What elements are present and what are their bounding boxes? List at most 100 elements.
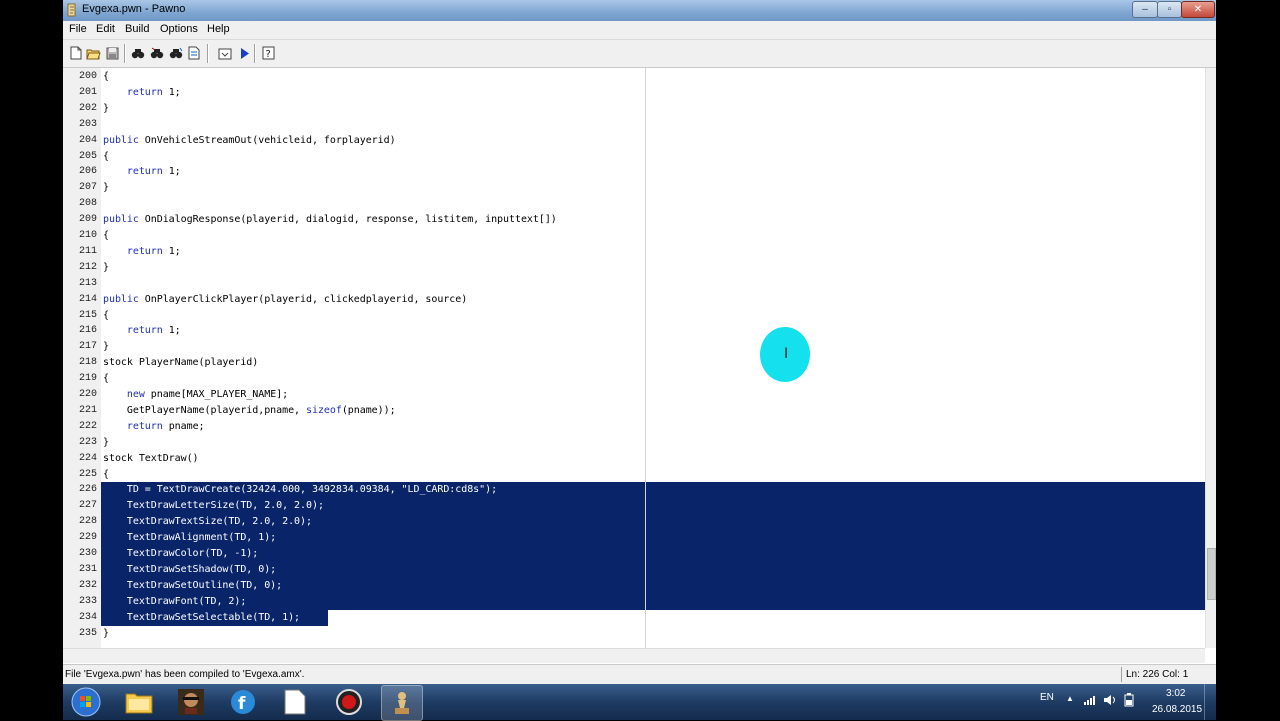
- code-text[interactable]: TextDrawSetOutline(TD, 0);: [103, 580, 282, 591]
- clock-time[interactable]: 3:02: [1166, 688, 1185, 699]
- game-icon[interactable]: [171, 685, 211, 719]
- compile-run-icon[interactable]: [236, 44, 253, 62]
- vertical-scroll-thumb[interactable]: [1207, 548, 1216, 600]
- fiddler-icon[interactable]: f: [223, 685, 263, 719]
- code-text[interactable]: TextDrawFont(TD, 2);: [103, 596, 246, 607]
- code-text[interactable]: TextDrawColor(TD, -1);: [103, 548, 258, 559]
- code-text[interactable]: public OnPlayerClickPlayer(playerid, cli…: [103, 294, 467, 305]
- code-text[interactable]: }: [103, 262, 109, 273]
- code-line[interactable]: 229 TextDrawAlignment(TD, 1);: [63, 530, 1205, 547]
- menu-build[interactable]: Build: [125, 23, 149, 35]
- code-text[interactable]: }: [103, 628, 109, 639]
- title-bar[interactable]: Evgexa.pwn - Pawno – ▫ ✕: [63, 0, 1216, 21]
- code-text[interactable]: TextDrawSetSelectable(TD, 1);: [103, 612, 300, 623]
- code-line[interactable]: 232 TextDrawSetOutline(TD, 0);: [63, 577, 1205, 594]
- code-line[interactable]: 227 TextDrawLetterSize(TD, 2.0, 2.0);: [63, 498, 1205, 515]
- clock-date[interactable]: 26.08.2015: [1152, 704, 1202, 715]
- new-file-icon[interactable]: [67, 44, 84, 62]
- code-line[interactable]: 215 {: [63, 308, 1205, 324]
- code-line[interactable]: 213: [63, 276, 1205, 292]
- code-text[interactable]: TextDrawAlignment(TD, 1);: [103, 532, 276, 543]
- menu-file[interactable]: File: [69, 23, 87, 35]
- battery-icon[interactable]: [1123, 693, 1135, 707]
- code-text[interactable]: public OnDialogResponse(playerid, dialog…: [103, 214, 557, 225]
- code-text[interactable]: GetPlayerName(playerid,pname, sizeof(pna…: [103, 405, 396, 416]
- code-line[interactable]: 207}: [63, 180, 1205, 196]
- code-text[interactable]: public OnVehicleStreamOut(vehicleid, for…: [103, 135, 396, 146]
- code-text[interactable]: return 1;: [103, 325, 181, 336]
- volume-icon[interactable]: [1103, 694, 1117, 706]
- code-text[interactable]: TextDrawSetShadow(TD, 0);: [103, 564, 276, 575]
- code-line[interactable]: 222 return pname;: [63, 419, 1205, 435]
- start-button[interactable]: [66, 685, 106, 719]
- code-editor[interactable]: 200{201 return 1; 202} 203 204 public OnVehi…: [63, 68, 1216, 648]
- code-line[interactable]: 210 {: [63, 228, 1205, 244]
- code-text[interactable]: {: [103, 469, 109, 480]
- network-icon[interactable]: [1083, 694, 1097, 706]
- explorer-icon[interactable]: [119, 685, 159, 719]
- replace-icon[interactable]: [167, 44, 184, 62]
- code-line[interactable]: 206 return 1;: [63, 164, 1205, 180]
- code-line[interactable]: 218 stock PlayerName(playerid): [63, 355, 1205, 371]
- code-line[interactable]: 202}: [63, 101, 1205, 117]
- code-text[interactable]: }: [103, 103, 109, 114]
- code-line[interactable]: 221 GetPlayerName(playerid,pname, sizeof…: [63, 403, 1205, 419]
- code-line[interactable]: 225 {: [63, 467, 1205, 483]
- horizontal-scrollbar[interactable]: [63, 648, 1205, 663]
- show-desktop-button[interactable]: [1204, 684, 1217, 720]
- code-line[interactable]: 211 return 1;: [63, 244, 1205, 260]
- code-text[interactable]: return 1;: [103, 246, 181, 257]
- save-icon[interactable]: [104, 44, 121, 62]
- language-indicator[interactable]: EN: [1040, 692, 1054, 703]
- blank-document-icon[interactable]: [275, 685, 315, 719]
- compile-icon[interactable]: [216, 44, 233, 62]
- menu-edit[interactable]: Edit: [96, 23, 115, 35]
- code-line[interactable]: 216 return 1;: [63, 323, 1205, 339]
- record-icon[interactable]: [329, 685, 369, 719]
- menu-options[interactable]: Options: [160, 23, 198, 35]
- open-folder-icon[interactable]: [85, 44, 102, 62]
- code-line[interactable]: 226 TD = TextDrawCreate(32424.000, 34928…: [63, 482, 1205, 499]
- code-text[interactable]: TextDrawTextSize(TD, 2.0, 2.0);: [103, 516, 312, 527]
- code-text[interactable]: stock PlayerName(playerid): [103, 357, 258, 368]
- code-line[interactable]: 224 stock TextDraw(): [63, 451, 1205, 467]
- pawno-taskbar-button[interactable]: [381, 685, 423, 721]
- code-line[interactable]: 201 return 1;: [63, 85, 1205, 101]
- show-hidden-icons-icon[interactable]: ▲: [1066, 694, 1074, 703]
- code-text[interactable]: return 1;: [103, 87, 181, 98]
- code-text[interactable]: TextDrawLetterSize(TD, 2.0, 2.0);: [103, 500, 324, 511]
- code-line[interactable]: 234 TextDrawSetSelectable(TD, 1);: [63, 609, 1205, 626]
- code-text[interactable]: TD = TextDrawCreate(32424.000, 3492834.0…: [103, 484, 497, 495]
- code-text[interactable]: }: [103, 437, 109, 448]
- code-line[interactable]: 204 public OnVehicleStreamOut(vehicleid, …: [63, 133, 1205, 149]
- code-text[interactable]: }: [103, 341, 109, 352]
- code-line[interactable]: 209 public OnDialogResponse(playerid, dia…: [63, 212, 1205, 228]
- code-line[interactable]: 233 TextDrawFont(TD, 2);: [63, 593, 1205, 610]
- code-line[interactable]: 220 new pname[MAX_PLAYER_NAME];: [63, 387, 1205, 403]
- code-text[interactable]: return 1;: [103, 166, 181, 177]
- minimize-button[interactable]: –: [1132, 1, 1158, 18]
- code-line[interactable]: 231 TextDrawSetShadow(TD, 0);: [63, 561, 1205, 578]
- code-line[interactable]: 203: [63, 117, 1205, 133]
- code-line[interactable]: 200 {: [63, 69, 1205, 85]
- code-text[interactable]: new pname[MAX_PLAYER_NAME];: [103, 389, 288, 400]
- code-line[interactable]: 205 {: [63, 149, 1205, 165]
- find-icon[interactable]: [129, 44, 146, 62]
- code-text[interactable]: return pname;: [103, 421, 205, 432]
- code-text[interactable]: {: [103, 230, 109, 241]
- code-line[interactable]: 230 TextDrawColor(TD, -1);: [63, 546, 1205, 562]
- code-line[interactable]: 214 public OnPlayerClickPlayer(playerid, …: [63, 292, 1205, 308]
- vertical-scrollbar[interactable]: [1205, 68, 1216, 648]
- code-text[interactable]: {: [103, 71, 109, 82]
- code-text[interactable]: {: [103, 373, 109, 384]
- maximize-button[interactable]: ▫: [1157, 1, 1182, 18]
- code-line[interactable]: 212}: [63, 260, 1205, 276]
- code-text[interactable]: stock TextDraw(): [103, 453, 199, 464]
- find-next-icon[interactable]: [148, 44, 165, 62]
- code-line[interactable]: 223}: [63, 435, 1205, 451]
- close-button[interactable]: ✕: [1181, 1, 1215, 18]
- code-text[interactable]: {: [103, 310, 109, 321]
- code-line[interactable]: 208: [63, 196, 1205, 212]
- goto-line-icon[interactable]: [186, 44, 203, 62]
- code-line[interactable]: 228 TextDrawTextSize(TD, 2.0, 2.0);: [63, 514, 1205, 531]
